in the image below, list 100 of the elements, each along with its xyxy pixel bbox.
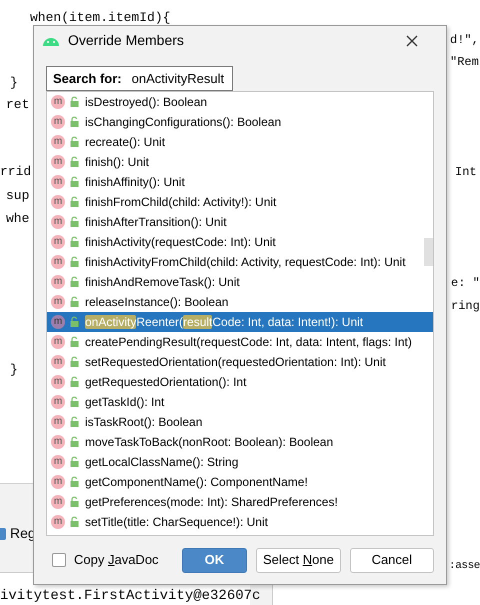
method-icon: m bbox=[51, 414, 65, 429]
unlocked-icon bbox=[70, 456, 79, 468]
member-signature: isTaskRoot(): Boolean bbox=[85, 414, 202, 431]
member-row[interactable]: m finishActivityFromChild(child: Activity, requestCode: Int): Unit bbox=[47, 252, 433, 272]
dialog-button[interactable]: Select None bbox=[256, 548, 341, 573]
method-icon: m bbox=[51, 314, 65, 329]
code-line: "Rem bbox=[450, 54, 479, 71]
member-signature: finishActivityFromChild(child: Activity, requestCode: Int): Unit bbox=[85, 254, 406, 271]
dialog-button[interactable]: Cancel bbox=[350, 548, 434, 573]
member-row[interactable]: m isTaskRoot(): Boolean bbox=[47, 412, 433, 432]
checkbox[interactable] bbox=[52, 553, 66, 568]
method-icon: m bbox=[51, 234, 65, 249]
code-line: d!", bbox=[450, 32, 479, 49]
method-icon: m bbox=[51, 294, 65, 309]
member-row[interactable]: m getComponentName(): ComponentName! bbox=[47, 472, 433, 492]
member-row[interactable]: m releaseInstance(): Boolean bbox=[47, 292, 433, 312]
code-line: whe bbox=[6, 210, 30, 228]
member-signature: finishAffinity(): Unit bbox=[85, 174, 185, 191]
member-row[interactable]: m finishActivity(requestCode: Int): Unit bbox=[47, 232, 433, 252]
method-icon: m bbox=[51, 454, 65, 469]
method-icon: m bbox=[51, 214, 65, 229]
member-row[interactable]: m finishAffinity(): Unit bbox=[47, 172, 433, 192]
member-row[interactable]: m setTitle(title: CharSequence!): Unit bbox=[47, 512, 433, 532]
unlocked-icon bbox=[70, 176, 79, 188]
unlocked-icon bbox=[70, 296, 79, 308]
checkbox-label[interactable]: Copy JavaDoc bbox=[74, 550, 159, 570]
unlocked-icon bbox=[70, 376, 79, 388]
member-row[interactable]: m getPreferences(mode: Int): SharedPreferences! bbox=[47, 492, 433, 512]
method-icon: m bbox=[51, 334, 65, 349]
member-signature: finishFromChild(child: Activity!): Unit bbox=[85, 194, 276, 211]
unlocked-icon bbox=[70, 396, 79, 408]
unlocked-icon bbox=[70, 216, 79, 228]
member-signature: isChangingConfigurations(): Boolean bbox=[85, 114, 282, 131]
code-line: e: " bbox=[451, 275, 480, 292]
member-signature: finishAfterTransition(): Unit bbox=[85, 214, 227, 231]
code-line: rrid bbox=[0, 163, 32, 181]
unlocked-icon bbox=[70, 256, 79, 268]
member-row[interactable]: m getRequestedOrientation(): Int bbox=[47, 372, 433, 392]
ok-button[interactable]: OK bbox=[182, 548, 248, 573]
method-icon: m bbox=[51, 274, 65, 289]
member-row[interactable]: m finishFromChild(child: Activity!): Unit bbox=[47, 192, 433, 212]
member-row[interactable]: m getTaskId(): Int bbox=[47, 392, 433, 412]
unlocked-icon bbox=[70, 356, 79, 368]
member-row[interactable]: m setRequestedOrientation(requestedOrientation: Int): Unit bbox=[47, 352, 433, 372]
member-signature: getRequestedOrientation(): Int bbox=[85, 374, 246, 391]
unlocked-icon bbox=[70, 116, 79, 128]
code-line: ret bbox=[6, 96, 30, 114]
member-signature: recreate(): Unit bbox=[85, 134, 166, 151]
member-signature: getPreferences(mode: Int): SharedPreferences! bbox=[85, 494, 338, 511]
unlocked-icon bbox=[70, 276, 79, 288]
member-signature: getTaskId(): Int bbox=[85, 394, 164, 411]
search-field[interactable]: Search for: onActivityResult bbox=[46, 66, 233, 91]
member-row[interactable]: m isDestroyed(): Boolean bbox=[47, 92, 433, 112]
code-line: } bbox=[10, 361, 18, 379]
member-signature: moveTaskToBack(nonRoot: Boolean): Boolean bbox=[85, 434, 334, 451]
unlocked-icon bbox=[70, 196, 79, 208]
close-icon[interactable] bbox=[406, 34, 418, 47]
method-icon: m bbox=[51, 514, 65, 529]
member-row[interactable]: m getLocalClassName(): String bbox=[47, 452, 433, 472]
unlocked-icon bbox=[70, 476, 79, 488]
method-icon: m bbox=[51, 134, 65, 149]
unlocked-icon bbox=[70, 416, 79, 428]
code-line: when(item.itemId){ bbox=[30, 9, 170, 27]
log-line: :asse bbox=[449, 559, 480, 574]
method-icon: m bbox=[51, 114, 65, 129]
code-line: sup bbox=[6, 187, 30, 205]
method-icon: m bbox=[51, 394, 65, 409]
method-icon: m bbox=[51, 354, 65, 369]
member-row[interactable]: m createPendingResult(requestCode: Int, data: Intent, flags: Int) bbox=[47, 332, 433, 352]
unlocked-icon bbox=[70, 496, 79, 508]
android-icon bbox=[42, 35, 60, 46]
unlocked-icon bbox=[70, 336, 79, 348]
unlocked-icon bbox=[70, 516, 79, 528]
scrollbar-thumb[interactable] bbox=[424, 238, 433, 266]
method-icon: m bbox=[51, 194, 65, 209]
member-signature: setRequestedOrientation(requestedOrientation: Int): Unit bbox=[85, 354, 386, 371]
unlocked-icon bbox=[70, 96, 79, 108]
unlocked-icon bbox=[70, 136, 79, 148]
method-icon: m bbox=[51, 94, 65, 109]
member-row[interactable]: m recreate(): Unit bbox=[47, 132, 433, 152]
member-row[interactable]: m finish(): Unit bbox=[47, 152, 433, 172]
member-signature: finishActivity(requestCode: Int): Unit bbox=[85, 234, 276, 251]
member-signature: setTitle(title: CharSequence!): Unit bbox=[85, 514, 268, 531]
member-signature: releaseInstance(): Boolean bbox=[85, 294, 228, 311]
member-signature: createPendingResult(requestCode: Int, data: Intent, flags: Int) bbox=[85, 334, 412, 351]
method-icon: m bbox=[51, 174, 65, 189]
member-row[interactable]: m finishAfterTransition(): Unit bbox=[47, 212, 433, 232]
method-icon: m bbox=[51, 494, 65, 509]
method-icon: m bbox=[51, 374, 65, 389]
unlocked-icon bbox=[70, 156, 79, 168]
dialog-title: Override Members bbox=[68, 31, 184, 50]
member-row[interactable]: m finishAndRemoveTask(): Unit bbox=[47, 272, 433, 292]
code-line: } bbox=[10, 74, 18, 92]
member-row[interactable]: m isChangingConfigurations(): Boolean bbox=[47, 112, 433, 132]
method-icon: m bbox=[51, 154, 65, 169]
member-row[interactable]: m moveTaskToBack(nonRoot: Boolean): Boolean bbox=[47, 432, 433, 452]
unlocked-icon bbox=[70, 236, 79, 248]
member-signature: finish(): Unit bbox=[85, 154, 150, 171]
code-line: Int bbox=[455, 164, 477, 181]
member-signature: isDestroyed(): Boolean bbox=[85, 94, 208, 111]
